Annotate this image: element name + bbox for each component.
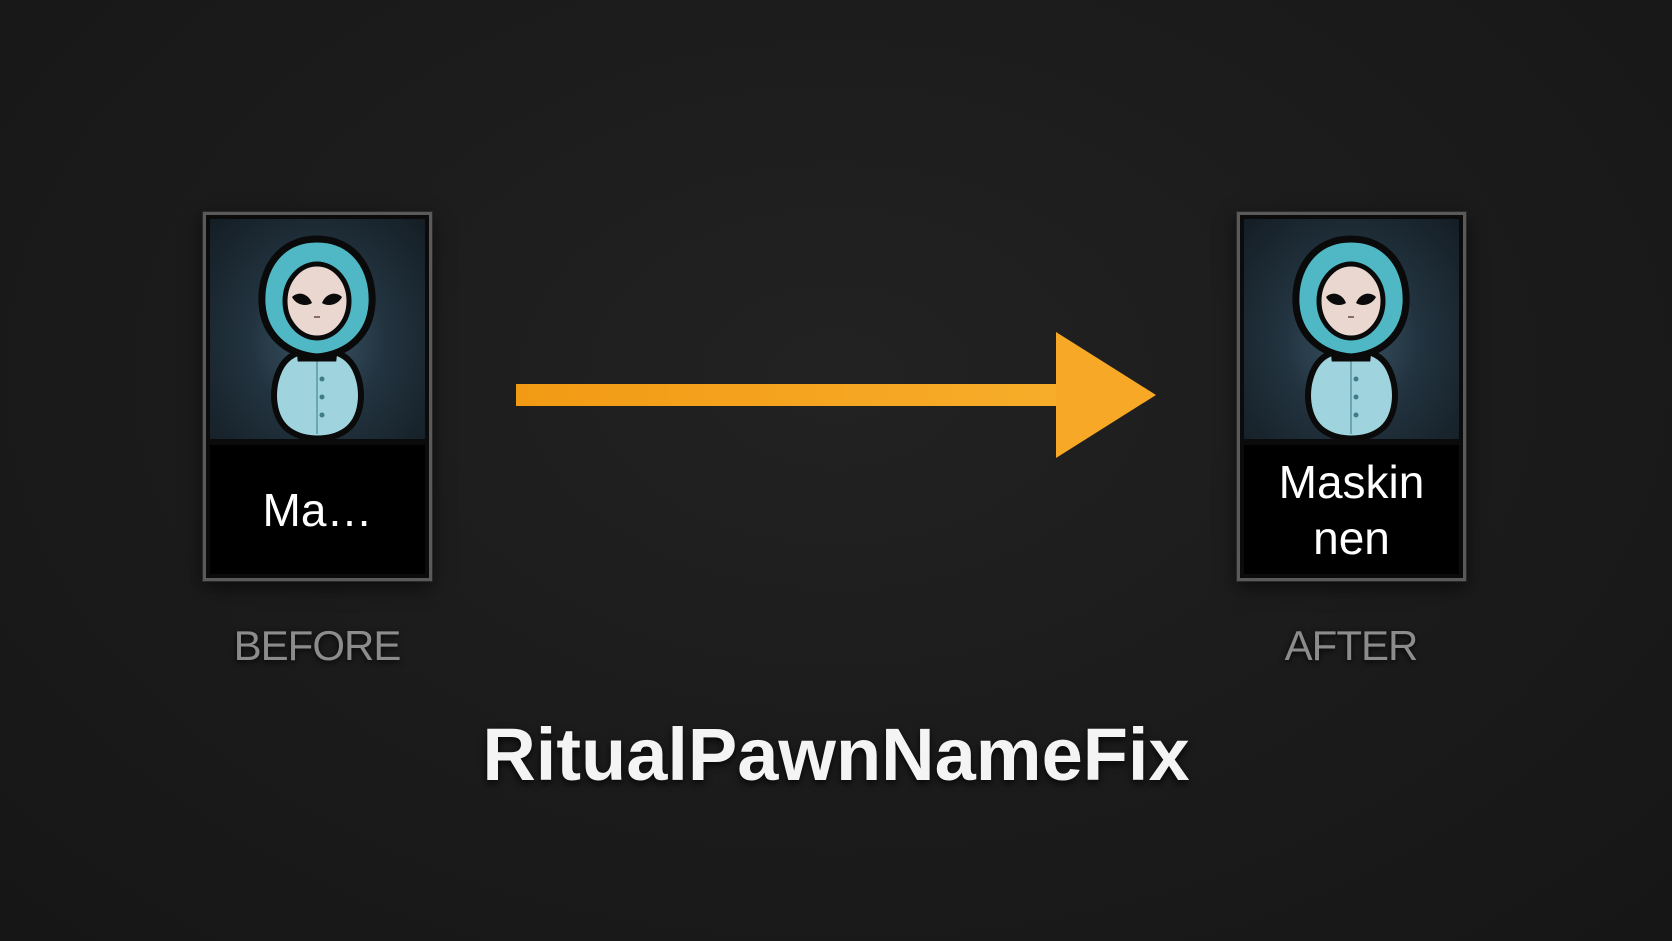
pawn-avatar-icon xyxy=(1244,219,1459,439)
before-caption: BEFORE xyxy=(233,622,402,669)
before-pawn-name: Ma… xyxy=(210,445,425,574)
pawn-avatar-icon xyxy=(210,219,425,439)
before-pawn-card: Ma… xyxy=(203,212,432,581)
before-pawn-portrait xyxy=(210,219,425,439)
mod-title: RitualPawnNameFix xyxy=(482,713,1190,796)
after-pawn-portrait xyxy=(1244,219,1459,439)
after-pawn-card: Maskin nen xyxy=(1237,212,1466,581)
after-pawn-name: Maskin nen xyxy=(1244,445,1459,574)
after-caption: AFTER xyxy=(1284,622,1419,669)
arrow-right-icon xyxy=(516,332,1156,458)
